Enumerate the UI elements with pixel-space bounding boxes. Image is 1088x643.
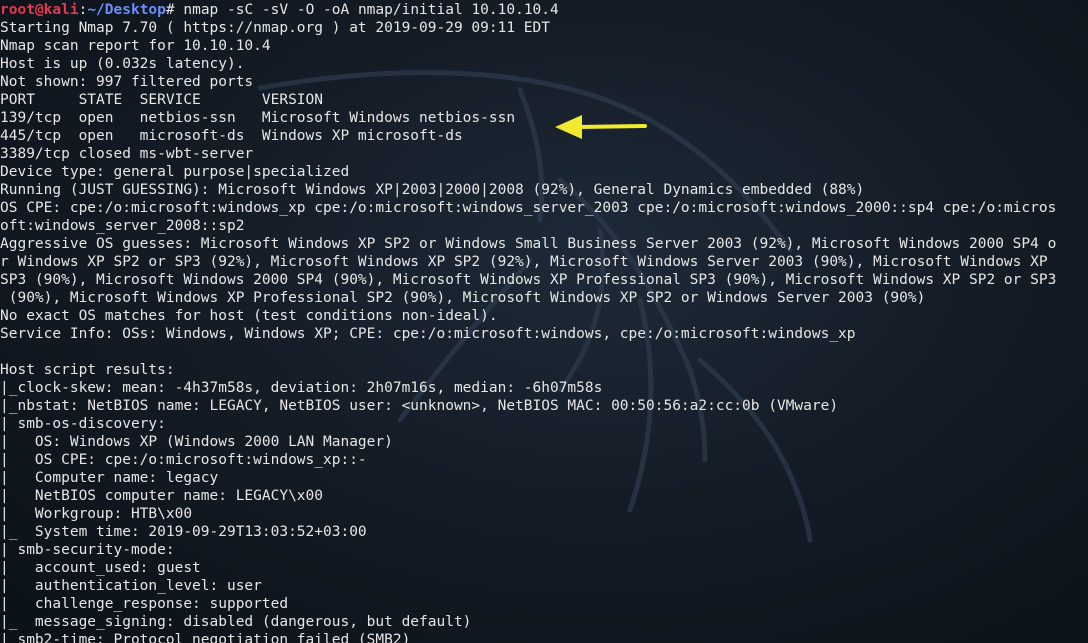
prompt-command: nmap -sC -sV -O -oA nmap/initial 10.10.1… bbox=[183, 2, 559, 18]
output-line: | account_used: guest bbox=[0, 560, 201, 576]
output-line: |_smb2-time: Protocol negotiation failed… bbox=[0, 632, 411, 643]
output-line: | OS CPE: cpe:/o:microsoft:windows_xp::- bbox=[0, 452, 367, 468]
output-line: r Windows XP SP2 or SP3 (92%), Microsoft… bbox=[0, 254, 1048, 270]
prompt-symbol: # bbox=[165, 2, 175, 18]
output-line: Service Info: OSs: Windows, Windows XP; … bbox=[0, 326, 856, 342]
output-line: | Computer name: legacy bbox=[0, 470, 219, 486]
output-line: No exact OS matches for host (test condi… bbox=[0, 308, 498, 324]
output-line: 3389/tcp closed ms-wbt-server bbox=[0, 146, 254, 162]
output-line: | Workgroup: HTB\x00 bbox=[0, 506, 193, 522]
output-line: SP3 (90%), Microsoft Windows 2000 SP4 (9… bbox=[0, 272, 1057, 288]
output-line: |_clock-skew: mean: -4h37m58s, deviation… bbox=[0, 380, 603, 396]
terminal-window[interactable]: root@kali:~/Desktop# nmap -sC -sV -O -oA… bbox=[0, 1, 1088, 643]
prompt-user: root@kali bbox=[0, 2, 79, 18]
output-line: Aggressive OS guesses: Microsoft Windows… bbox=[0, 236, 1057, 252]
output-line: Host script results: bbox=[0, 362, 175, 378]
output-line: (90%), Microsoft Windows XP Professional… bbox=[0, 290, 926, 306]
output-line: | authentication_level: user bbox=[0, 578, 262, 594]
output-line: |_ System time: 2019-09-29T13:03:52+03:0… bbox=[0, 524, 367, 540]
output-line: | smb-os-discovery: bbox=[0, 416, 166, 432]
prompt-separator: : bbox=[78, 2, 88, 18]
output-line: 139/tcp open netbios-ssn Microsoft Windo… bbox=[0, 110, 516, 126]
output-line: Device type: general purpose|specialized bbox=[0, 164, 350, 180]
output-line: Nmap scan report for 10.10.10.4 bbox=[0, 38, 271, 54]
output-line: | OS: Windows XP (Windows 2000 LAN Manag… bbox=[0, 434, 393, 450]
output-line: |_ message_signing: disabled (dangerous,… bbox=[0, 614, 472, 630]
output-line: Running (JUST GUESSING): Microsoft Windo… bbox=[0, 182, 865, 198]
prompt-line: root@kali:~/Desktop# nmap -sC -sV -O -oA… bbox=[0, 1, 1088, 19]
output-line: Not shown: 997 filtered ports bbox=[0, 74, 254, 90]
prompt-path: ~/Desktop bbox=[87, 2, 166, 18]
output-line: | NetBIOS computer name: LEGACY\x00 bbox=[0, 488, 324, 504]
output-line: Starting Nmap 7.70 ( https://nmap.org ) … bbox=[0, 20, 550, 36]
output-line: OS CPE: cpe:/o:microsoft:windows_xp cpe:… bbox=[0, 200, 1057, 216]
output-line: Host is up (0.032s latency). bbox=[0, 56, 245, 72]
output-line: PORT STATE SERVICE VERSION bbox=[0, 92, 324, 108]
output-line: oft:windows_server_2008::sp2 bbox=[0, 218, 245, 234]
output-line: 445/tcp open microsoft-ds Windows XP mic… bbox=[0, 128, 463, 144]
output-line: |_nbstat: NetBIOS name: LEGACY, NetBIOS … bbox=[0, 398, 839, 414]
output-line: | challenge_response: supported bbox=[0, 596, 289, 612]
output-line: | smb-security-mode: bbox=[0, 542, 175, 558]
